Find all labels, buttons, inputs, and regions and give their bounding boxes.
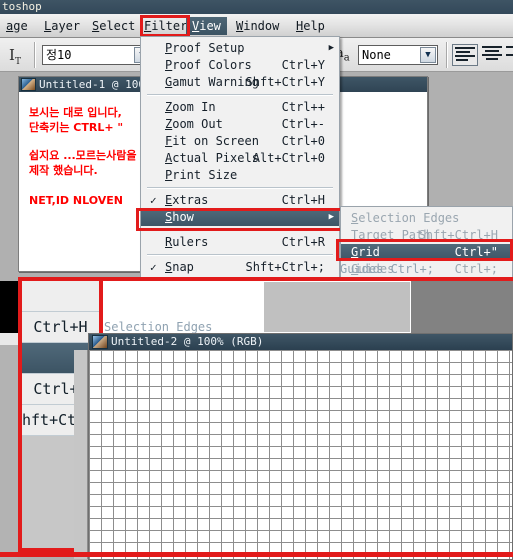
view-menu-item-zoom-out[interactable]: Zoom Out Ctrl+- bbox=[141, 116, 339, 133]
font-size-value: 정10 bbox=[46, 48, 72, 62]
checkmark-icon: ✓ bbox=[150, 261, 157, 274]
annotation-line-2: 단축키는 CTRL+ " bbox=[29, 121, 124, 134]
menu-item-shortcut: Alt+Ctrl+0 bbox=[252, 151, 325, 165]
align-left-button[interactable] bbox=[452, 44, 478, 66]
menu-item-label: Zoom In bbox=[165, 100, 216, 114]
menu-item-label: Print Size bbox=[165, 168, 238, 182]
view-menu-item-proof-setup[interactable]: Proof Setup ▶ bbox=[141, 40, 339, 57]
annotation-line-1: 보시는 대로 입니다, bbox=[29, 106, 122, 119]
show-submenu-item-selection-edges[interactable]: Selection Edges bbox=[341, 210, 512, 227]
font-size-combo[interactable]: 정10 ▼ bbox=[42, 45, 152, 65]
menu-item-shortcut: Ctrl+; bbox=[454, 262, 498, 276]
antialias-value: None bbox=[362, 48, 391, 62]
chevron-down-icon[interactable]: ▼ bbox=[420, 47, 436, 63]
doc2-grid-canvas[interactable] bbox=[89, 350, 512, 559]
view-menu-item-gamut-warning[interactable]: Gamut Warning Shft+Ctrl+Y bbox=[141, 74, 339, 91]
menu-item-label: Extras bbox=[165, 193, 209, 207]
menu-item-label: Zoom Out bbox=[165, 117, 223, 131]
menu-separator bbox=[147, 254, 333, 256]
menubar-item-view[interactable]: View bbox=[186, 17, 227, 35]
grid-item-highlight-box bbox=[336, 239, 513, 261]
view-menu-item-zoom-in[interactable]: Zoom In Ctrl++ bbox=[141, 99, 339, 116]
view-menu-item-actual-pixels[interactable]: Actual Pixels Alt+Ctrl+0 bbox=[141, 150, 339, 167]
menu-item-shortcut: Ctrl++ bbox=[281, 100, 325, 114]
checkmark-icon: ✓ bbox=[150, 194, 157, 207]
app-title: toshop bbox=[2, 0, 42, 13]
menu-item-label: Fit on Screen bbox=[165, 134, 259, 148]
doc2-vertical-scrollbar[interactable] bbox=[74, 350, 88, 559]
magnified-row-label: Ctrl+H bbox=[33, 318, 88, 336]
menubar-item-help[interactable]: Help bbox=[290, 17, 331, 35]
menu-item-shortcut: Ctrl+0 bbox=[281, 134, 325, 148]
menu-separator bbox=[147, 94, 333, 96]
view-menu-item-snap[interactable]: ✓ Snap Shft+Ctrl+; bbox=[141, 259, 339, 276]
menu-item-label: Snap bbox=[165, 260, 194, 274]
menu-bar: age Layer Select Filter View Window Help bbox=[0, 14, 513, 38]
view-menu-highlight-box bbox=[140, 15, 190, 37]
annotation-line-4: 제작 했습니다. bbox=[29, 164, 98, 177]
ghost-selection-edges-label: Selection Edges bbox=[104, 320, 213, 334]
show-item-highlight-box bbox=[136, 208, 344, 231]
app-title-bar: toshop bbox=[0, 0, 513, 14]
magnified-row-0 bbox=[22, 281, 99, 312]
overlay-gray-panel-2 bbox=[411, 281, 513, 333]
menubar-item-select[interactable]: Select bbox=[86, 17, 141, 35]
menu-item-shortcut: Ctrl+R bbox=[281, 235, 325, 249]
menu-item-label: Rulers bbox=[165, 235, 209, 249]
view-dropdown-menu[interactable]: Proof Setup ▶ Proof Colors Ctrl+Y Gamut Warn… bbox=[140, 36, 340, 280]
doc2-title-bar[interactable]: Untitled-2 @ 100% (RGB) bbox=[89, 334, 512, 350]
toolbar-divider-2 bbox=[446, 42, 448, 68]
view-menu-item-fit-on-screen[interactable]: Fit on Screen Ctrl+0 bbox=[141, 133, 339, 150]
menu-item-shortcut: Shft+Ctrl+; bbox=[245, 260, 325, 274]
menubar-item-layer[interactable]: Layer bbox=[38, 17, 86, 35]
menubar-item-age[interactable]: age bbox=[0, 17, 34, 35]
view-menu-item-rulers[interactable]: Rulers Ctrl+R bbox=[141, 234, 339, 251]
menu-item-shortcut: Ctrl+- bbox=[281, 117, 325, 131]
align-right-button[interactable] bbox=[503, 44, 513, 66]
toolbar-divider-1 bbox=[34, 42, 36, 68]
overlay-red-border-bottom bbox=[0, 552, 513, 557]
overlay-gray-panel-1 bbox=[263, 281, 411, 333]
annotation-line-5: NET,ID NLOVEN bbox=[29, 194, 123, 207]
doc2-title: Untitled-2 @ 100% (RGB) bbox=[111, 335, 264, 348]
menu-item-label: Actual Pixels bbox=[165, 151, 259, 165]
photoshop-document-icon bbox=[92, 335, 108, 349]
view-menu-item-print-size[interactable]: Print Size bbox=[141, 167, 339, 184]
menubar-item-window[interactable]: Window bbox=[230, 17, 285, 35]
menu-item-label: Selection Edges bbox=[351, 211, 460, 225]
menu-item-shortcut: Ctrl+Y bbox=[281, 58, 325, 72]
menu-item-label: Proof Setup bbox=[165, 41, 245, 55]
menu-separator bbox=[147, 187, 333, 189]
align-center-button[interactable] bbox=[479, 44, 505, 66]
overlay-red-border-top bbox=[18, 277, 513, 281]
view-menu-item-extras[interactable]: ✓ Extras Ctrl+H bbox=[141, 192, 339, 209]
text-orientation-icon[interactable]: IT bbox=[2, 44, 28, 67]
menu-item-shortcut: Shft+Ctrl+Y bbox=[245, 75, 325, 89]
submenu-arrow-icon: ▶ bbox=[328, 43, 334, 53]
antialias-combo[interactable]: None ▼ bbox=[358, 45, 438, 65]
ghost-guides-label: Guides Ctrl+; bbox=[340, 262, 434, 276]
doc1-title: Untitled-1 @ 100% bbox=[39, 78, 152, 91]
document-window-untitled-2[interactable]: Untitled-2 @ 100% (RGB) bbox=[74, 333, 513, 560]
view-menu-item-proof-colors[interactable]: Proof Colors Ctrl+Y bbox=[141, 57, 339, 74]
menu-item-label: Proof Colors bbox=[165, 58, 252, 72]
photoshop-document-icon bbox=[21, 78, 36, 91]
left-gray-strip bbox=[0, 345, 18, 560]
menu-item-shortcut: Ctrl+H bbox=[281, 193, 325, 207]
